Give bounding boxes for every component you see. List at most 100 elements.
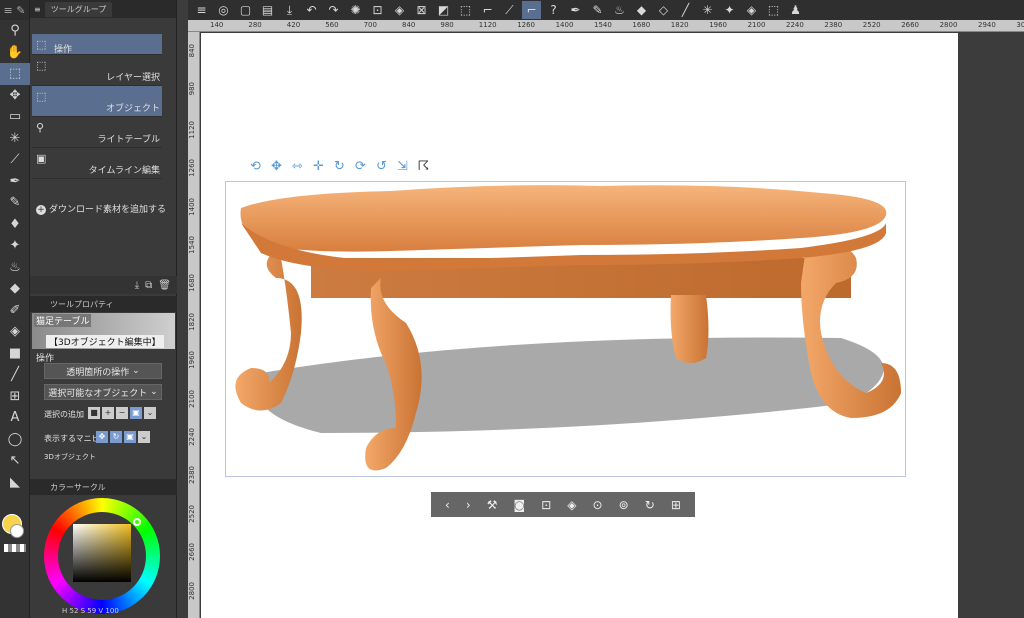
chevron-down-icon[interactable]: ⌄	[138, 431, 150, 443]
object-rotate-z-icon[interactable]: ↺	[373, 159, 390, 174]
move-layer-tool-icon[interactable]: ✥	[0, 85, 30, 107]
object-rotate-icon[interactable]: ↻	[331, 159, 348, 174]
auto-select-tool-icon[interactable]: ✳	[0, 128, 30, 150]
camera-dolly-icon[interactable]: ⇿	[289, 159, 306, 174]
selection-tool-icon[interactable]: ▭	[0, 106, 30, 128]
object-rotate-xy-icon[interactable]: ⟳	[352, 159, 369, 174]
background-color-swatch[interactable]	[10, 524, 24, 538]
stamp-icon[interactable]: ♟	[786, 1, 805, 19]
select-all-icon[interactable]: ⬚	[456, 1, 475, 19]
chevron-right-icon[interactable]: ›	[466, 498, 471, 512]
tab-color-circle[interactable]: カラーサークル	[30, 479, 177, 495]
chevron-down-icon[interactable]: ⌄	[144, 407, 156, 419]
text-tool-icon[interactable]: A	[0, 407, 30, 429]
help-icon[interactable]: ?	[544, 1, 563, 19]
fit-view-icon[interactable]: ⊡	[541, 498, 551, 512]
trash-icon[interactable]: 🗑	[158, 280, 171, 291]
water-icon[interactable]: ♨	[610, 1, 629, 19]
import-icon[interactable]: ⤓	[135, 280, 139, 291]
color-picker-marker[interactable]	[133, 518, 141, 526]
toggle-icon[interactable]: ▣	[130, 407, 142, 419]
transparent-color-swatch[interactable]	[4, 544, 26, 552]
figure-tool-icon[interactable]: ╱	[0, 364, 30, 386]
zoom-tool-icon[interactable]: ⚲	[0, 20, 30, 42]
scale-manipulator-icon[interactable]: ▣	[124, 431, 136, 443]
camera-reset-icon[interactable]: ⊚	[619, 498, 629, 512]
line-tool-icon[interactable]: ◣	[0, 472, 30, 494]
menu-icon[interactable]: ≡	[192, 1, 211, 19]
snap-magnet-icon[interactable]: ☈	[415, 159, 432, 174]
tab-tool-group[interactable]: ツールグループ	[44, 1, 113, 17]
operation-tool-icon[interactable]: ⬚	[0, 63, 30, 85]
gradient-tool-icon[interactable]: ■	[0, 343, 30, 365]
duplicate-icon[interactable]: ⧉	[145, 280, 152, 291]
ruler-tool-icon[interactable]: ↖	[0, 450, 30, 472]
ground-icon[interactable]: ◈	[567, 498, 576, 512]
pencil-icon[interactable]: ✎	[588, 1, 607, 19]
redo-icon[interactable]: ↷	[324, 1, 343, 19]
loading-icon[interactable]: ✺	[346, 1, 365, 19]
color-swatches[interactable]	[2, 514, 28, 554]
brush-tool-icon[interactable]: ♦	[0, 214, 30, 236]
tool-group-item-operation[interactable]: ⬚ 操作	[32, 34, 162, 55]
selectable-objects-select[interactable]: 選択可能なオブジェクト ⌄	[44, 384, 162, 400]
object-move-icon[interactable]: ✛	[310, 159, 327, 174]
move-manipulator-icon[interactable]: ✥	[96, 431, 108, 443]
add-download-material-button[interactable]: + ダウンロード素材を追加する	[36, 202, 166, 215]
balloon-tool-icon[interactable]: ◯	[0, 429, 30, 451]
ruler-snap-icon[interactable]: ⟋	[500, 1, 519, 19]
airbrush-tool-icon[interactable]: ✦	[0, 235, 30, 257]
add-icon[interactable]: +	[102, 407, 114, 419]
pen-tool-icon[interactable]: ✒	[0, 171, 30, 193]
chevron-left-icon[interactable]: ‹	[445, 498, 450, 512]
perspective-icon[interactable]: ⌐	[522, 1, 541, 19]
vertical-ruler[interactable]: 840 980 1120 1260 1400 1540 1680 1820 1960 2100 22…	[188, 32, 200, 618]
canvas-workspace[interactable]: ⟲ ✥ ⇿ ✛ ↻ ⟳ ↺ ⇲ ☈ ‹ › ⚒ ◙ ⊡ ◈ ⊙ ⊚ ↻ ⊞	[201, 33, 1024, 618]
canvas[interactable]: ⟲ ✥ ⇿ ✛ ↻ ⟳ ↺ ⇲ ☈ ‹ › ⚒ ◙ ⊡ ◈ ⊙ ⊚ ↻ ⊞	[201, 33, 958, 618]
tool-group-item-timeline[interactable]: ▣ タイムライン編集	[32, 148, 162, 179]
line-icon[interactable]: ╱	[676, 1, 695, 19]
star-icon[interactable]: ✦	[720, 1, 739, 19]
object-scale-icon[interactable]: ⇲	[394, 159, 411, 174]
bucket-icon[interactable]: ◈	[742, 1, 761, 19]
camera-pan-icon[interactable]: ✥	[268, 159, 285, 174]
sparkle-icon[interactable]: ✳	[698, 1, 717, 19]
save-icon[interactable]: ⤓	[280, 1, 299, 19]
transparent-op-select[interactable]: 透明箇所の操作 ⌄	[44, 363, 162, 379]
open-folder-icon[interactable]: ▤	[258, 1, 277, 19]
subtract-icon[interactable]: −	[116, 407, 128, 419]
snap-icon[interactable]: ⌐	[478, 1, 497, 19]
reset-icon[interactable]: ⊙	[593, 498, 603, 512]
tool-group-item-layer-select[interactable]: ⬚ レイヤー選択	[32, 55, 162, 86]
add-new-icon[interactable]: ■	[88, 407, 100, 419]
rotate-manipulator-icon[interactable]: ↻	[110, 431, 122, 443]
lock-icon[interactable]: ⊞	[671, 498, 681, 512]
wrench-icon[interactable]: ⚒	[487, 498, 498, 512]
pencil-tool-icon[interactable]: ✎	[0, 192, 30, 214]
marquee-icon[interactable]: ⬚	[764, 1, 783, 19]
hand-tool-icon[interactable]: ✋	[0, 42, 30, 64]
ink-icon[interactable]: ◆	[632, 1, 651, 19]
fill-icon[interactable]: ◈	[390, 1, 409, 19]
eraser-icon[interactable]: ◇	[654, 1, 673, 19]
horizontal-ruler[interactable]: 140 280 420 560 700 840 980 1120 1260 1400 1540 168…	[188, 20, 1024, 32]
color-saturation-value-square[interactable]	[73, 524, 131, 582]
crop-icon[interactable]: ⊠	[412, 1, 431, 19]
undo-icon[interactable]: ↶	[302, 1, 321, 19]
camera-rotate-icon[interactable]: ⟲	[247, 159, 264, 174]
blend-tool-icon[interactable]: ♨	[0, 257, 30, 279]
rotate-reset-icon[interactable]: ↻	[645, 498, 655, 512]
eraser-tool-icon[interactable]: ◆	[0, 278, 30, 300]
menu-icon[interactable]: ≡	[34, 5, 41, 14]
tab-tool-property[interactable]: ツールプロパティ	[30, 296, 177, 312]
new-file-icon[interactable]: ▢	[236, 1, 255, 19]
clear-icon[interactable]: ⊡	[368, 1, 387, 19]
object-bounding-box[interactable]	[225, 181, 906, 477]
frame-tool-icon[interactable]: ⊞	[0, 386, 30, 408]
tool-group-item-object[interactable]: ⬚ オブジェクト	[32, 86, 162, 117]
correction-tool-icon[interactable]: ✐	[0, 300, 30, 322]
app-icon[interactable]: ◎	[214, 1, 233, 19]
transform-icon[interactable]: ◩	[434, 1, 453, 19]
fill-tool-icon[interactable]: ◈	[0, 321, 30, 343]
pen-icon[interactable]: ✒	[566, 1, 585, 19]
